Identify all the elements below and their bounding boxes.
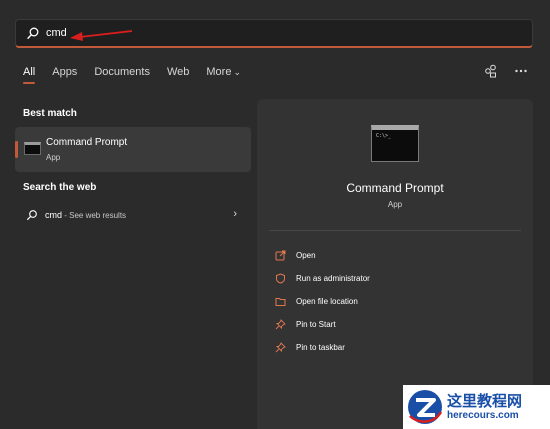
tab-more[interactable]: More ⌄ <box>206 66 241 78</box>
command-prompt-large-icon: C:\>_ <box>371 125 419 162</box>
shield-icon <box>276 273 285 284</box>
tab-apps[interactable]: Apps <box>52 66 77 78</box>
tab-web[interactable]: Web <box>167 66 189 78</box>
pin-icon <box>275 319 286 330</box>
annotation-arrow-icon <box>70 30 133 41</box>
action-open-label: Open <box>296 251 316 260</box>
selection-accent <box>15 141 18 158</box>
watermark: 这里教程网 herecours.com <box>403 385 550 429</box>
watermark-name: 这里教程网 <box>447 392 523 411</box>
share-icon[interactable] <box>484 64 498 78</box>
web-search-result[interactable]: cmd - See web results › <box>15 204 251 228</box>
web-query-text: cmd <box>45 210 63 220</box>
action-open[interactable]: Open <box>275 244 370 267</box>
divider <box>269 230 521 231</box>
detail-subtitle: App <box>387 200 403 209</box>
pin-icon <box>275 342 286 353</box>
action-pin-to-taskbar-label: Pin to taskbar <box>296 343 345 352</box>
tab-more-label: More <box>206 66 232 78</box>
watermark-text: 这里教程网 herecours.com <box>447 393 522 421</box>
action-pin-to-start[interactable]: Pin to Start <box>275 313 370 336</box>
action-list: Open Run as administrator Open file loca… <box>275 244 370 359</box>
action-pin-to-start-label: Pin to Start <box>296 320 336 329</box>
best-match-heading: Best match <box>23 108 77 119</box>
chevron-down-icon: ⌄ <box>233 67 241 77</box>
tab-all[interactable]: All <box>23 66 36 84</box>
action-run-as-admin-label: Run as administrator <box>296 274 370 283</box>
tab-documents[interactable]: Documents <box>94 66 150 78</box>
more-options-icon[interactable] <box>514 64 528 78</box>
open-icon <box>275 250 286 261</box>
action-open-file-location[interactable]: Open file location <box>275 290 370 313</box>
command-prompt-icon <box>24 142 41 155</box>
search-web-heading: Search the web <box>23 182 97 193</box>
watermark-logo-icon <box>408 390 443 424</box>
prompt-glyph: C:\>_ <box>376 133 392 139</box>
search-icon <box>27 210 37 220</box>
result-type: App <box>46 153 61 162</box>
action-pin-to-taskbar[interactable]: Pin to taskbar <box>275 336 370 359</box>
watermark-url: herecours.com <box>447 409 519 421</box>
action-run-as-admin[interactable]: Run as administrator <box>275 267 370 290</box>
chevron-right-icon: › <box>233 208 237 220</box>
top-icons <box>484 64 528 78</box>
web-query: cmd - See web results <box>45 210 126 220</box>
detail-title: Command Prompt <box>346 181 444 195</box>
best-match-result[interactable]: Command Prompt App <box>15 127 251 172</box>
detail-panel: C:\>_ Command Prompt App Open Run as adm… <box>257 99 533 429</box>
web-query-suffix: - See web results <box>62 211 127 220</box>
filter-tabs: All Apps Documents Web More ⌄ <box>23 66 258 84</box>
folder-icon <box>275 298 286 306</box>
result-name: Command Prompt <box>46 137 128 148</box>
search-icon <box>27 27 39 39</box>
start-menu-search: All Apps Documents Web More⌄ Best match … <box>0 0 550 429</box>
action-open-file-location-label: Open file location <box>296 297 358 306</box>
